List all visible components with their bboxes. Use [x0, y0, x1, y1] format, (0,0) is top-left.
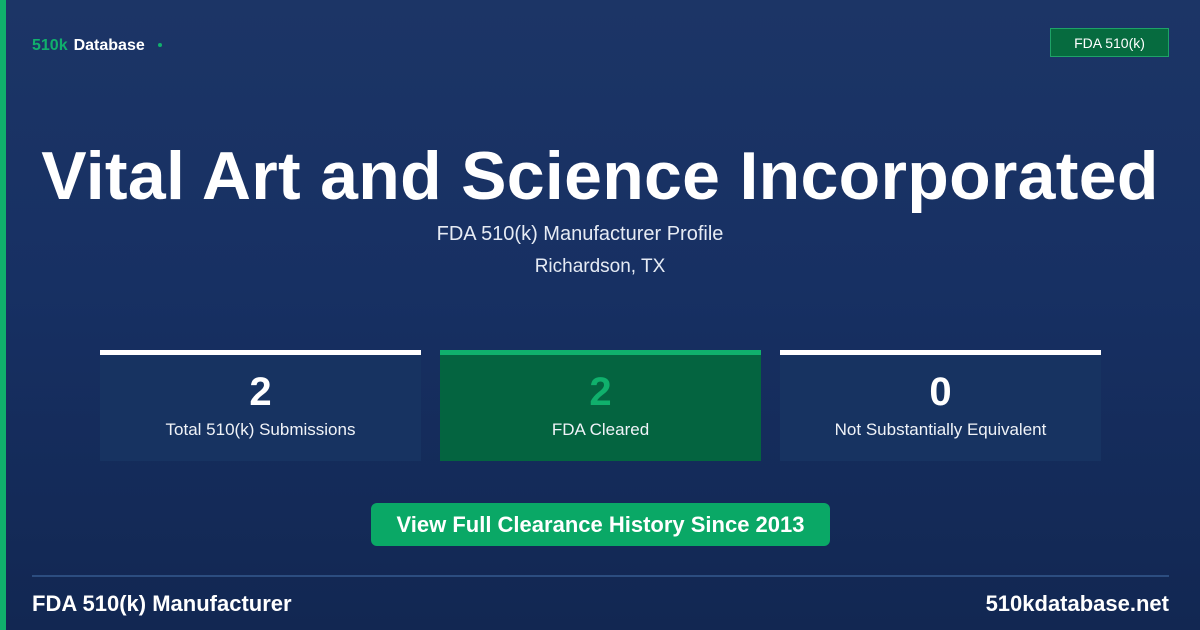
page-subtitle: FDA 510(k) Manufacturer Profile — [436, 223, 724, 245]
manufacturer-location: Richardson, TX — [534, 256, 666, 277]
manufacturer-title: Vital Art and Science Incorporated — [41, 138, 1159, 214]
footer-site-link[interactable]: 510kdatabase.net — [986, 591, 1169, 617]
brand-logo[interactable]: 510k Database — [32, 37, 162, 55]
view-clearance-history-button[interactable]: View Full Clearance History Since 2013 — [371, 503, 830, 546]
stat-value: 2 — [589, 370, 612, 414]
footer-divider — [32, 575, 1169, 577]
brand-dot-icon — [157, 42, 162, 47]
stat-label: Not Substantially Equivalent — [834, 420, 1047, 439]
stat-value: 2 — [249, 370, 272, 414]
brand-name-part2: Database — [73, 37, 145, 54]
stat-label: FDA Cleared — [551, 420, 650, 439]
stat-card-fda-cleared: 2 FDA Cleared — [440, 350, 761, 461]
stat-label: Total 510(k) Submissions — [165, 420, 356, 439]
stat-value: 0 — [929, 370, 952, 414]
left-accent-bar — [0, 0, 6, 630]
footer-category-label: FDA 510(k) Manufacturer — [32, 591, 292, 616]
stat-card-total-submissions: 2 Total 510(k) Submissions — [100, 350, 421, 461]
brand-name-part1: 510k — [32, 37, 68, 54]
stat-card-not-substantially-equivalent: 0 Not Substantially Equivalent — [780, 350, 1101, 461]
fda-510k-badge: FDA 510(k) — [1050, 28, 1169, 57]
